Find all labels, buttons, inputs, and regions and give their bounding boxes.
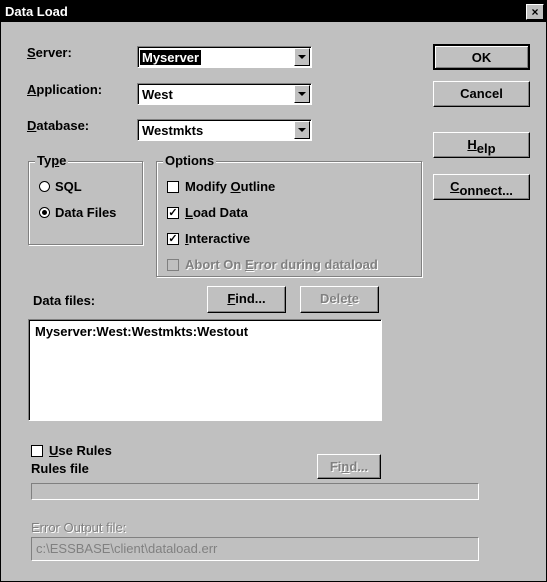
modify-outline-label[interactable]: Modify Outline	[185, 179, 275, 194]
application-value: West	[142, 87, 173, 102]
close-icon[interactable]: ×	[526, 4, 544, 20]
window-title: Data Load	[5, 4, 68, 19]
error-output-value: c:\ESSBASE\client\dataload.err	[36, 541, 218, 556]
application-combo[interactable]: West	[137, 83, 312, 105]
data-files-radio[interactable]	[39, 207, 50, 218]
load-data-label[interactable]: Load Data	[185, 205, 248, 220]
server-value: Myserver	[140, 50, 202, 65]
type-group: Type	[28, 153, 143, 245]
help-button[interactable]: Help	[433, 132, 530, 158]
database-label: Database:	[27, 118, 90, 133]
data-files-list-label: Data files:	[33, 293, 96, 308]
use-rules-checkbox[interactable]	[31, 445, 43, 457]
chevron-down-icon[interactable]	[294, 48, 310, 66]
data-files-listbox[interactable]: Myserver:West:Westmkts:Westout	[28, 319, 382, 421]
data-files-label[interactable]: Data Files	[55, 205, 116, 220]
interactive-label[interactable]: Interactive	[185, 231, 250, 246]
database-combo[interactable]: Westmkts	[137, 119, 312, 141]
load-data-checkbox[interactable]: ✓	[167, 207, 179, 219]
list-item[interactable]: Myserver:West:Westmkts:Westout	[35, 324, 248, 339]
use-rules-label[interactable]: Use Rules	[49, 443, 112, 458]
abort-on-error-label: Abort On Error during dataload	[185, 257, 378, 272]
ok-button[interactable]: OK	[433, 44, 530, 70]
options-legend: Options	[163, 153, 217, 168]
cancel-button[interactable]: Cancel	[433, 81, 530, 107]
error-output-label: Error Output file:	[31, 520, 127, 535]
delete-button: Delete	[300, 286, 379, 313]
title-bar: Data Load ×	[1, 1, 546, 22]
rules-file-label: Rules file	[31, 461, 89, 476]
server-label: Server:	[27, 45, 72, 60]
find-button[interactable]: Find...	[207, 286, 286, 313]
application-label: Application:	[27, 82, 103, 97]
sql-radio[interactable]	[39, 181, 50, 192]
database-value: Westmkts	[142, 123, 204, 138]
data-load-dialog: Data Load × Server: Myserver Application…	[0, 0, 547, 582]
sql-label[interactable]: SQL	[55, 179, 82, 194]
chevron-down-icon[interactable]	[294, 121, 310, 139]
find-rules-button: Find...	[317, 454, 381, 479]
connect-button[interactable]: Connect...	[433, 174, 530, 200]
type-legend: Type	[35, 153, 69, 168]
abort-on-error-checkbox	[167, 259, 179, 271]
modify-outline-checkbox[interactable]	[167, 181, 179, 193]
error-output-field: c:\ESSBASE\client\dataload.err	[31, 537, 479, 561]
chevron-down-icon[interactable]	[294, 85, 310, 103]
rules-file-field	[31, 483, 479, 500]
interactive-checkbox[interactable]: ✓	[167, 233, 179, 245]
server-combo[interactable]: Myserver	[137, 46, 312, 68]
